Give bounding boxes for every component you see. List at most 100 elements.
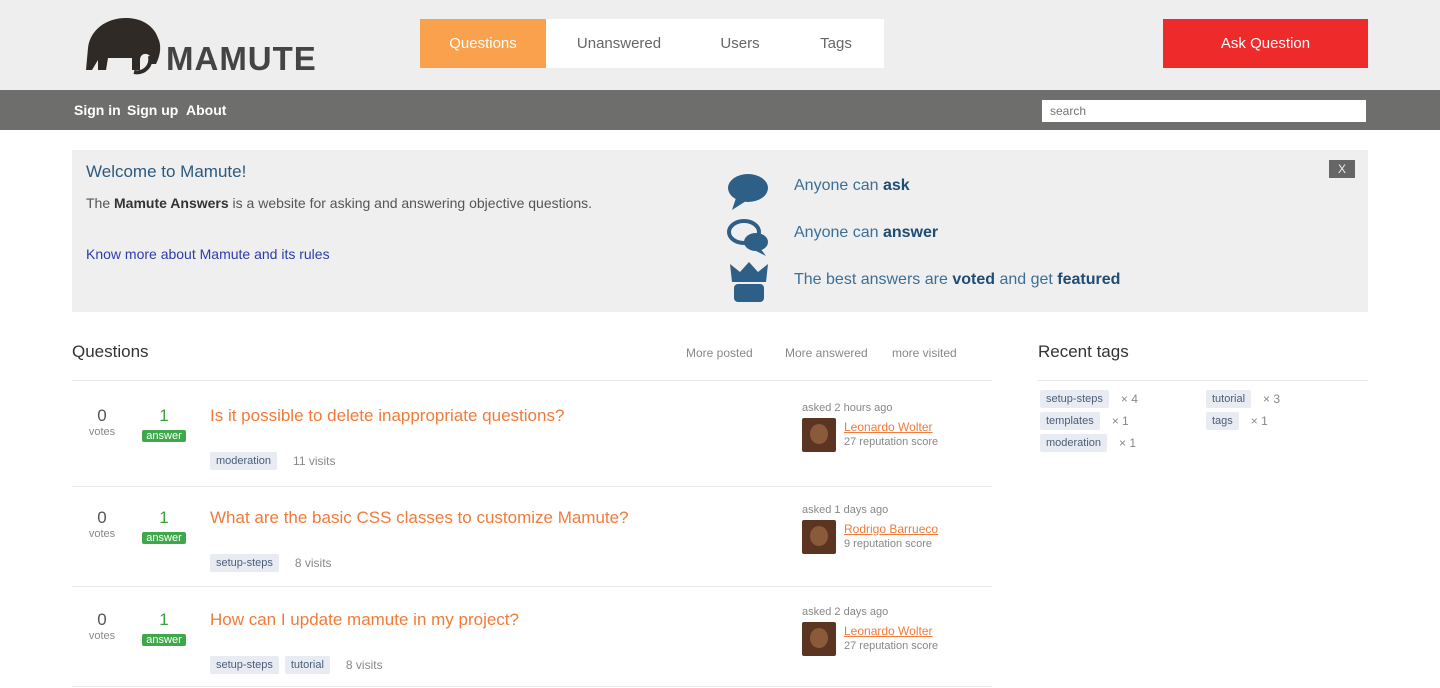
answer-count: 1 answer [134,406,194,444]
tab-tags[interactable]: Tags [788,19,884,68]
feature-answer-text: Anyone can answer [794,224,938,242]
answer-count: 1 answer [134,508,194,546]
feature-ask-bold: ask [882,177,910,194]
avatar[interactable] [802,622,836,656]
answer-number: 1 [159,508,169,527]
feature-voted-bold2: featured [1057,271,1121,288]
logo-text: MAMUTE [166,40,317,77]
feature-voted-text: The best answers are voted and get featu… [794,271,1120,289]
welcome-text-prefix: The [86,195,111,211]
reputation-score: 9 reputation score [844,538,933,550]
visit-count: 8 visits [294,556,332,570]
tab-users[interactable]: Users [692,19,788,68]
answer-count: 1 answer [134,610,194,648]
recent-tag-item: templates × 1 [1040,412,1129,430]
user-bar: Sign in Sign up About [0,90,1440,130]
author-link[interactable]: Leonardo Wolter [844,420,933,434]
author-link[interactable]: Leonardo Wolter [844,624,933,638]
speech-bubble-icon [728,174,768,210]
filter-more-posted[interactable]: More posted [686,346,753,360]
reputation-score: 27 reputation score [844,436,939,448]
question-title-link[interactable]: Is it possible to delete inappropriate q… [210,406,564,426]
filter-more-visited[interactable]: more visited [892,346,957,360]
vote-count: 0 votes [72,508,132,540]
welcome-box: Welcome to Mamute! The Mamute Answers is… [72,150,1368,312]
answer-label: answer [142,430,186,442]
welcome-text-bold: Mamute Answers [114,195,229,211]
vote-count: 0 votes [72,610,132,642]
author-link[interactable]: Rodrigo Barrueco [844,522,938,536]
tag-chip[interactable]: tags [1206,412,1239,430]
search-input[interactable] [1042,100,1366,122]
feature-answer-prefix: Anyone can [794,224,879,241]
divider [72,686,992,687]
welcome-text-suffix: is a website for asking and answering ob… [232,195,593,211]
answer-label: answer [142,634,186,646]
vote-number: 0 [97,508,107,527]
asked-time: asked 2 days ago [802,606,889,618]
voted-featured-icon [730,262,768,302]
site-header: MAMUTE Questions Unanswered Users Tags A… [0,0,1440,90]
know-more-link[interactable]: Know more about Mamute and its rules [86,246,330,262]
question-meta: asked 1 days ago Rodrigo Barrueco 9 repu… [802,504,982,554]
tag-chip[interactable]: moderation [210,452,278,470]
vote-number: 0 [97,406,107,425]
tag-count: × 3 [1263,392,1281,406]
divider [1038,380,1368,381]
sign-up-link[interactable]: Sign up [127,102,178,118]
vote-label: votes [88,528,116,540]
tag-chip[interactable]: templates [1040,412,1100,430]
question-tags: setup-steps 8 visits [210,554,332,572]
welcome-title: Welcome to Mamute! [86,162,247,181]
recent-tag-item: setup-steps × 4 [1040,390,1138,408]
question-row: 0 votes 1 answer How can I update mamute… [72,588,992,688]
tab-questions[interactable]: Questions [420,19,546,68]
avatar[interactable] [802,520,836,554]
mammoth-icon [86,18,161,75]
question-title-link[interactable]: How can I update mamute in my project? [210,610,519,630]
close-welcome-button[interactable]: X [1329,160,1355,178]
tag-chip[interactable]: setup-steps [210,656,279,674]
vote-label: votes [88,630,116,642]
question-tags: setup-steps tutorial 8 visits [210,656,383,674]
vote-count: 0 votes [72,406,132,438]
asked-time: asked 2 hours ago [802,402,893,414]
tag-chip[interactable]: moderation [1040,434,1108,452]
feature-ask-prefix: Anyone can [794,177,879,194]
tag-chip[interactable]: setup-steps [1040,390,1109,408]
tab-unanswered[interactable]: Unanswered [546,19,692,68]
tag-chip[interactable]: setup-steps [210,554,279,572]
sign-in-link[interactable]: Sign in [74,102,121,118]
questions-heading: Questions [72,342,149,361]
answer-number: 1 [159,610,169,629]
feature-voted-prefix: The best answers are [794,271,948,288]
recent-tag-item: tutorial × 3 [1206,390,1280,408]
about-link[interactable]: About [186,102,226,118]
feature-voted-bold: voted [952,271,995,288]
vote-number: 0 [97,610,107,629]
tag-chip[interactable]: tutorial [1206,390,1252,408]
asked-time: asked 1 days ago [802,504,889,516]
main-nav: Questions Unanswered Users Tags [420,19,884,68]
avatar[interactable] [802,418,836,452]
mamute-logo[interactable]: MAMUTE [80,12,330,77]
welcome-description: The Mamute Answers is a website for aski… [86,192,606,214]
question-row: 0 votes 1 answer Is it possible to delet… [72,384,992,486]
ask-question-button[interactable]: Ask Question [1163,19,1368,68]
tag-count: × 4 [1120,392,1138,406]
recent-tag-item: moderation × 1 [1040,434,1136,452]
visit-count: 8 visits [345,658,383,672]
question-row: 0 votes 1 answer What are the basic CSS … [72,486,992,588]
divider [72,586,992,587]
filter-more-answered[interactable]: More answered [785,346,868,360]
tag-chip[interactable]: tutorial [284,656,330,674]
question-title-link[interactable]: What are the basic CSS classes to custom… [210,508,629,528]
question-meta: asked 2 days ago Leonardo Wolter 27 repu… [802,606,982,656]
visit-count: 11 visits [293,454,336,468]
answer-number: 1 [159,406,169,425]
feature-answer-bold: answer [882,224,939,241]
feature-ask-text: Anyone can ask [794,177,910,195]
tag-count: × 1 [1119,436,1137,450]
feature-voted-mid: and get [999,271,1053,288]
divider [72,380,992,381]
